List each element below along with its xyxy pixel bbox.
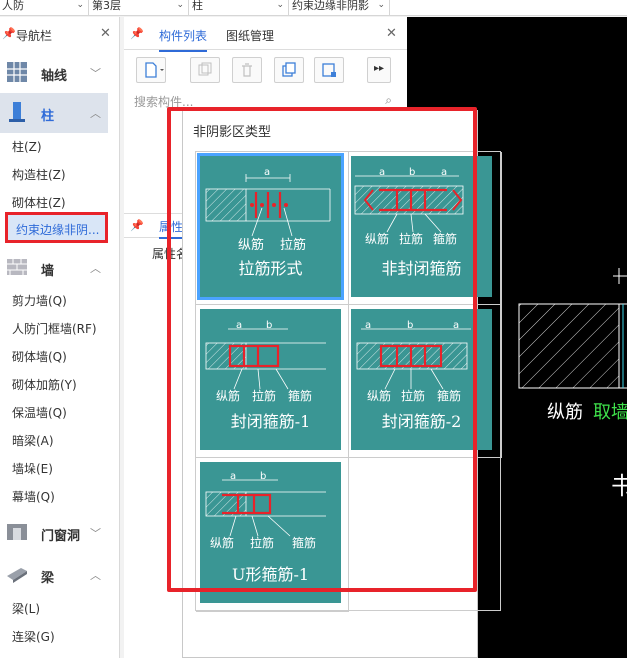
- dropdown-value: 第3层: [92, 0, 121, 12]
- nav-category-wall[interactable]: 墙 ︿: [0, 248, 108, 288]
- nav-category-beam[interactable]: 梁 ︿: [0, 555, 108, 595]
- copy-to-floor-button[interactable]: [274, 57, 304, 83]
- nav-item-coupling-beam[interactable]: 连梁(G): [12, 627, 55, 647]
- chevron-up-icon: ︿: [90, 107, 101, 120]
- pin-icon[interactable]: 📌: [130, 219, 144, 232]
- preview-label-partial: 书: [611, 472, 627, 500]
- highlight-box: [167, 107, 477, 592]
- nav-item-beam[interactable]: 梁(L): [12, 599, 40, 619]
- new-file-icon: [145, 62, 164, 78]
- more-button[interactable]: ▸▸: [367, 57, 391, 83]
- category-label: 轴线: [41, 69, 68, 84]
- floor-dropdown[interactable]: 第3层 ⌄: [90, 0, 189, 16]
- copy-button[interactable]: [190, 57, 220, 83]
- preview-label-longitudinal: 纵筋: [547, 402, 583, 423]
- delete-button[interactable]: [232, 57, 262, 83]
- preview-canvas: 纵筋 取墙 书: [507, 148, 627, 609]
- nav-item-masonry-reinforcement[interactable]: 砌体加筋(Y): [12, 375, 77, 395]
- copy-layer-icon: [282, 62, 296, 77]
- nav-item-wall-pier[interactable]: 墙垛(E): [12, 459, 53, 479]
- tab-component-list[interactable]: 构件列表: [159, 27, 208, 52]
- pin-icon[interactable]: 📌: [2, 27, 16, 40]
- chevron-down-icon: ⌄: [377, 0, 385, 10]
- nav-item-curtain-wall[interactable]: 幕墙(Q): [12, 487, 55, 507]
- component-tabs: 📌 构件列表 图纸管理 ✕: [124, 17, 407, 52]
- nav-item-shear-wall[interactable]: 剪力墙(Q): [12, 291, 67, 311]
- nav-item-constraint-edge-non-shadow[interactable]: 约束边缘非阴...: [5, 212, 108, 243]
- close-icon[interactable]: ✕: [100, 26, 111, 41]
- chevron-down-icon: ﹀: [90, 527, 101, 540]
- category-label: 墙: [41, 264, 55, 279]
- chevron-up-icon: ︿: [90, 569, 101, 582]
- nav-header: 📌 导航栏 ✕: [0, 17, 120, 53]
- chevron-down-icon: ⌄: [76, 0, 84, 10]
- nav-title: 导航栏: [16, 29, 53, 43]
- nav-item-column[interactable]: 柱(Z): [12, 137, 42, 157]
- double-chevron-right-icon: ▸▸: [374, 63, 385, 74]
- dropdown-value: 人防: [2, 0, 24, 12]
- search-icon: ⌕: [385, 93, 392, 107]
- door-window-icon: [7, 524, 27, 540]
- nav-item-masonry-wall[interactable]: 砌体墙(Q): [12, 347, 67, 367]
- pin-icon[interactable]: 📌: [130, 27, 144, 40]
- category-label: 柱: [41, 109, 55, 124]
- trash-icon: [242, 63, 252, 77]
- nav-item-masonry-column[interactable]: 砌体柱(Z): [12, 193, 66, 213]
- nav-item-constructional-column[interactable]: 构造柱(Z): [12, 165, 66, 185]
- nav-category-column[interactable]: 柱 ︿: [0, 93, 108, 133]
- beam-icon: [7, 568, 27, 583]
- dropdown-value: 柱: [192, 0, 203, 12]
- chevron-down-icon: ⌄: [276, 0, 284, 10]
- category-label: 门窗洞: [41, 529, 81, 544]
- new-component-button[interactable]: [136, 57, 166, 83]
- nav-item-civil-defense-door-wall[interactable]: 人防门框墙(RF): [12, 319, 97, 339]
- subtype-dropdown[interactable]: 约束边缘非阴影 ⌄: [290, 0, 390, 16]
- nav-category-axis[interactable]: 轴线 ﹀: [0, 53, 108, 93]
- dropdown-value: 约束边缘非阴影: [292, 0, 369, 12]
- nav-item-insulation-wall[interactable]: 保温墙(Q): [12, 403, 67, 423]
- nav-item-hidden-beam[interactable]: 暗梁(A): [12, 431, 54, 451]
- preview-drawing: [518, 268, 627, 389]
- close-icon[interactable]: ✕: [386, 26, 397, 41]
- copy-icon: [198, 62, 212, 76]
- component-type-dropdown[interactable]: 柱 ⌄: [190, 0, 289, 16]
- category-label: 梁: [41, 571, 55, 586]
- chevron-down-icon: ﹀: [90, 67, 101, 80]
- navigation-panel: 📌 导航栏 ✕ 轴线 ﹀ 柱 ︿ 柱(Z) 构造柱(Z) 砌体柱(Z) 约束边缘…: [0, 17, 120, 658]
- import-icon: [322, 63, 336, 77]
- preview-label-wall: 取墙: [593, 402, 627, 423]
- floor-type-dropdown[interactable]: 人防 ⌄: [0, 0, 89, 16]
- nav-category-door-window[interactable]: 门窗洞 ﹀: [0, 513, 108, 553]
- column-icon: [9, 102, 25, 122]
- grid-icon: [7, 62, 27, 82]
- import-button[interactable]: [314, 57, 344, 83]
- top-toolbar: 人防 ⌄ 第3层 ⌄ 柱 ⌄ 约束边缘非阴影 ⌄: [0, 0, 627, 16]
- chevron-up-icon: ︿: [90, 262, 101, 275]
- wall-icon: [7, 259, 27, 275]
- chevron-down-icon: ⌄: [176, 0, 184, 10]
- tab-drawing-management[interactable]: 图纸管理: [226, 27, 274, 44]
